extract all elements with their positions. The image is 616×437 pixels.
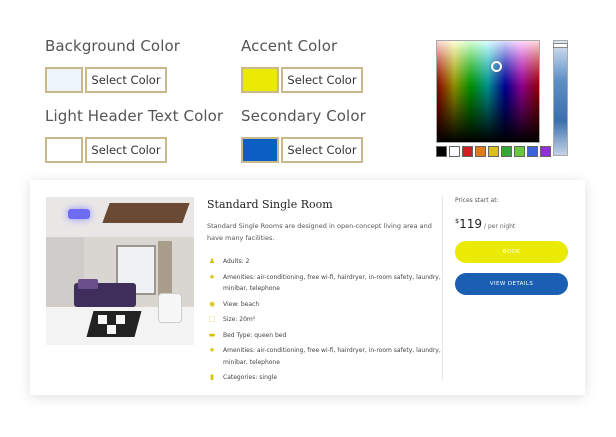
room-attribute: ★ Amenities: air-conditioning, free wi-fi… <box>207 345 447 368</box>
color-preset-swatch[interactable] <box>514 146 525 157</box>
color-preset-swatch[interactable] <box>527 146 538 157</box>
price: $119/ per night <box>455 213 515 232</box>
room-attribute: ♟ Adults: 2 <box>207 256 447 268</box>
size-icon: ⬚ <box>208 315 216 323</box>
color-preset-swatch[interactable] <box>436 146 447 157</box>
color-preset-swatch[interactable] <box>449 146 460 157</box>
setting-row: Select Color <box>241 67 363 93</box>
color-preset-swatch[interactable] <box>540 146 551 157</box>
bookmark-icon: ▮ <box>210 373 214 381</box>
room-photo <box>46 197 194 345</box>
bed-icon: ▬ <box>208 330 216 339</box>
color-presets <box>436 146 551 157</box>
room-attribute: ▬ Bed Type: queen bed <box>207 330 447 342</box>
view-details-button[interactable]: VIEW DETAILS <box>455 273 568 295</box>
select-accent-color-button[interactable]: Select Color <box>281 67 363 93</box>
price-unit: / per night <box>484 223 516 230</box>
setting-row: Select Color <box>241 137 363 163</box>
room-attribute: ★ Amenities: air-conditioning, free wi-fi… <box>207 272 447 295</box>
setting-row: Select Color <box>45 137 167 163</box>
setting-label: Background Color <box>45 37 181 55</box>
room-attribute-text: Amenities: air-conditioning, free wi-fi,… <box>223 347 441 366</box>
accent-color-swatch[interactable] <box>241 67 279 93</box>
select-light-header-text-color-button[interactable]: Select Color <box>85 137 167 163</box>
room-description: Standard Single Rooms are designed in op… <box>207 222 432 242</box>
select-background-color-button[interactable]: Select Color <box>85 67 167 93</box>
color-picker-slider[interactable] <box>553 40 568 156</box>
setting-light-header-text-color: Light Header Text Color Select Color <box>45 107 224 163</box>
setting-label: Light Header Text Color <box>45 107 224 125</box>
room-attribute-text: Amenities: air-conditioning, free wi-fi,… <box>223 273 441 293</box>
color-preset-swatch[interactable] <box>462 146 473 157</box>
star-icon: ★ <box>208 272 216 281</box>
star-icon: ★ <box>208 346 216 354</box>
room-attribute-text: View: beach <box>223 300 260 308</box>
room-attribute: ⬚ Size: 20m² <box>207 314 447 326</box>
price-value: 119 <box>459 217 483 231</box>
room-attribute-text: Adults: 2 <box>223 258 250 265</box>
setting-label: Accent Color <box>241 37 338 55</box>
setting-accent-color: Accent Color Select Color <box>241 37 363 93</box>
background-color-swatch[interactable] <box>45 67 83 93</box>
room-card: Standard Single Room Standard Single Roo… <box>30 180 585 395</box>
room-attributes-list: ♟ Adults: 2 ★ Amenities: air-conditioning, … <box>207 256 447 388</box>
color-picker-handle[interactable] <box>491 61 502 72</box>
color-picker-slider-thumb[interactable] <box>553 43 568 48</box>
divider <box>442 196 443 380</box>
setting-secondary-color: Secondary Color Select Color <box>241 107 366 163</box>
setting-label: Secondary Color <box>241 107 366 125</box>
color-picker-field[interactable] <box>436 40 540 143</box>
room-attribute: ◉ View: beach <box>207 299 447 311</box>
select-secondary-color-button[interactable]: Select Color <box>281 137 363 163</box>
secondary-color-swatch[interactable] <box>241 137 279 163</box>
room-attribute: ▮ Categories: single <box>207 372 447 384</box>
room-title[interactable]: Standard Single Room <box>207 198 333 211</box>
price-label: Prices start at: <box>455 197 499 204</box>
setting-row: Select Color <box>45 67 167 93</box>
room-attribute-text: Bed Type: queen bed <box>223 331 287 339</box>
eye-icon: ◉ <box>208 299 216 308</box>
color-preset-swatch[interactable] <box>488 146 499 157</box>
person-icon: ♟ <box>208 257 216 265</box>
color-preset-swatch[interactable] <box>501 146 512 157</box>
color-preset-swatch[interactable] <box>475 146 486 157</box>
room-attribute-text: Categories: single <box>223 374 278 381</box>
light-header-text-color-swatch[interactable] <box>45 137 83 163</box>
book-button[interactable]: BOOK <box>455 241 568 263</box>
setting-background-color: Background Color Select Color <box>45 37 181 93</box>
room-attribute-text: Size: 20m² <box>223 316 256 323</box>
